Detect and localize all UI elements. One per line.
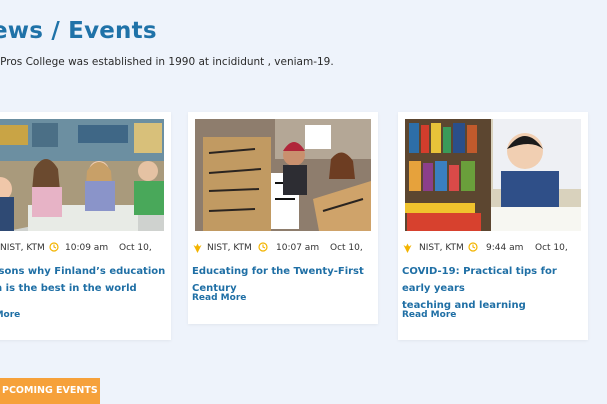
news-card[interactable]: NIST, KTM 10:09 am Oct 10, easons why Fi… xyxy=(0,112,171,340)
card-time: 10:07 am xyxy=(276,243,320,253)
card-title-line[interactable]: Educating for the Twenty-First Century xyxy=(192,266,364,294)
news-card[interactable]: NIST, KTM 9:44 am Oct 10, COVID-19: Prac… xyxy=(398,112,588,340)
clock-icon xyxy=(468,242,478,252)
card-meta: NIST, KTM 10:09 am Oct 10, xyxy=(0,239,171,257)
upcoming-events-button[interactable]: PCOMING EVENTS xyxy=(0,378,100,404)
card-location: NIST, KTM xyxy=(419,243,464,253)
card-date: Oct 10, xyxy=(330,243,363,253)
card-date: Oct 10, xyxy=(535,243,568,253)
protest-image xyxy=(195,119,371,231)
card-time: 10:09 am xyxy=(65,243,109,253)
card-meta: NIST, KTM 10:07 am Oct 10, xyxy=(188,239,378,257)
location-pin-icon xyxy=(193,243,202,253)
child-reading-image xyxy=(405,119,581,231)
card-title[interactable]: Educating for the Twenty-First Century xyxy=(192,263,374,297)
card-title-line[interactable]: em is the best in the world xyxy=(0,283,137,294)
card-location: NIST, KTM xyxy=(0,243,45,253)
clock-icon xyxy=(49,242,59,252)
card-title-line[interactable]: easons why Finland’s education xyxy=(0,266,165,277)
read-more-link[interactable]: d More xyxy=(0,310,20,320)
card-title[interactable]: easons why Finland’s education em is the… xyxy=(0,263,167,297)
location-pin-icon xyxy=(403,243,412,253)
read-more-link[interactable]: Read More xyxy=(192,293,246,303)
read-more-link[interactable]: Read More xyxy=(402,310,456,320)
card-date: Oct 10, xyxy=(119,243,152,253)
card-time: 9:44 am xyxy=(486,243,524,253)
classroom-image xyxy=(0,119,164,231)
card-meta: NIST, KTM 9:44 am Oct 10, xyxy=(398,239,588,257)
page-subtitle: tPros College was established in 1990 at… xyxy=(0,56,334,68)
card-title-line[interactable]: COVID-19: Practical tips for early years xyxy=(402,266,557,294)
clock-icon xyxy=(258,242,268,252)
card-location: NIST, KTM xyxy=(207,243,252,253)
card-title[interactable]: COVID-19: Practical tips for early years… xyxy=(402,263,584,314)
news-card[interactable]: NIST, KTM 10:07 am Oct 10, Educating for… xyxy=(188,112,378,324)
page-title: ews / Events xyxy=(0,18,157,44)
